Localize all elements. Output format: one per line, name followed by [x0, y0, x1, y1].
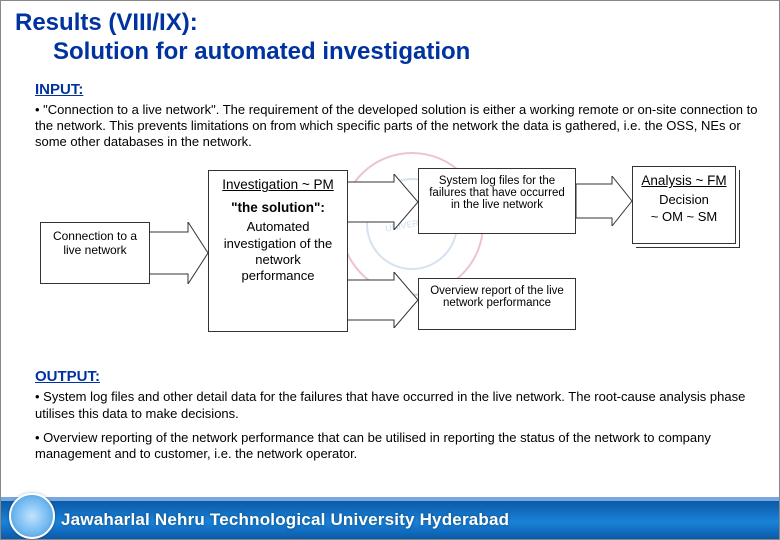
analysis-line1: Decision — [641, 192, 727, 208]
footer-bar: Jawaharlal Nehru Technological Universit… — [1, 501, 779, 539]
output-heading: OUTPUT: — [1, 362, 779, 389]
title-line-1: Results (VIII/IX): — [15, 9, 765, 38]
input-connection-text: Connection to a live network — [49, 229, 141, 257]
solution-body: Automated investigation of the network p… — [217, 219, 339, 284]
arrow-solution-to-output-bottom — [346, 272, 418, 328]
solution-box: Investigation ~ PM "the solution": Autom… — [208, 170, 348, 332]
output-bullet-2: • Overview reporting of the network perf… — [1, 430, 779, 471]
output-top-text: System log files for the failures that h… — [427, 175, 567, 211]
workflow-diagram: UNIVERSITY Connection to a live network … — [40, 162, 740, 362]
analysis-box: Analysis ~ FM Decision ~ OM ~ SM — [632, 166, 736, 244]
arrow-output-to-analysis — [576, 176, 632, 226]
footer-accent — [1, 497, 779, 501]
analysis-line2: ~ OM ~ SM — [641, 209, 727, 224]
solution-heading: Investigation ~ PM — [217, 177, 339, 192]
footer-text: Jawaharlal Nehru Technological Universit… — [61, 510, 509, 530]
input-connection-box: Connection to a live network — [40, 222, 150, 284]
output-top-box: System log files for the failures that h… — [418, 168, 576, 234]
analysis-heading: Analysis ~ FM — [641, 173, 727, 188]
arrow-input-to-solution — [148, 222, 208, 284]
slide: Results (VIII/IX): Solution for automate… — [0, 0, 780, 540]
solution-quote: "the solution": — [217, 200, 339, 215]
title-line-2: Solution for automated investigation — [15, 38, 765, 67]
output-bottom-box: Overview report of the live network perf… — [418, 278, 576, 330]
input-heading: INPUT: — [1, 71, 779, 102]
input-bullet: • "Connection to a live network". The re… — [1, 102, 779, 159]
slide-title: Results (VIII/IX): Solution for automate… — [1, 1, 779, 71]
arrow-solution-to-output-top — [346, 174, 418, 230]
university-logo — [9, 493, 55, 539]
output-bottom-text: Overview report of the live network perf… — [427, 285, 567, 309]
output-bullet-1: • System log files and other detail data… — [1, 389, 779, 430]
